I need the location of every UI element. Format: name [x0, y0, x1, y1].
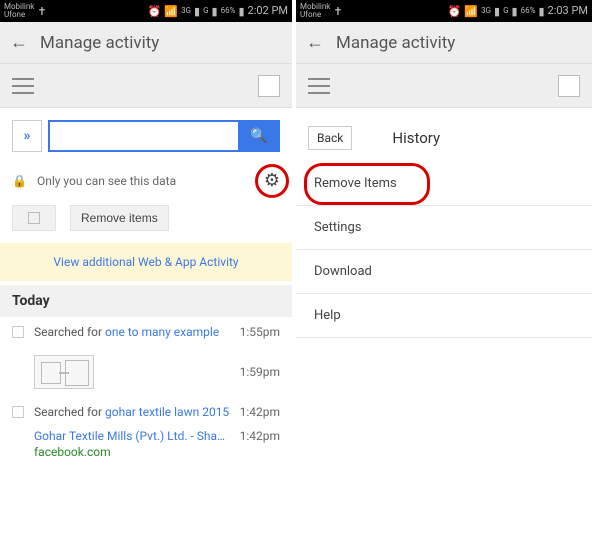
visited-domain: facebook.com: [34, 445, 280, 459]
activity-time: 1:59pm: [240, 365, 280, 379]
wifi-icon: 📶: [164, 6, 178, 17]
content-area: » 🔍 🔒 Only you can see this data ⚙: [0, 108, 292, 536]
activity-item[interactable]: 1:59pm: [0, 347, 292, 397]
hamburger-icon[interactable]: [12, 78, 34, 94]
search-input-wrap: 🔍: [48, 120, 280, 152]
activity-time: 1:42pm: [240, 405, 280, 419]
activity-time: 1:55pm: [240, 325, 280, 339]
lock-icon: 🔒: [12, 174, 27, 188]
item-checkbox[interactable]: [12, 406, 24, 418]
back-arrow-icon[interactable]: ←: [10, 32, 28, 53]
action-row: Remove items: [0, 197, 292, 239]
clock-label: 2:02 PM: [248, 7, 288, 15]
activity-text: Searched for one to many example: [34, 325, 230, 339]
battery-icon: ▮: [238, 6, 244, 17]
additional-activity-banner[interactable]: View additional Web & App Activity: [0, 243, 292, 281]
avatar-placeholder[interactable]: [258, 75, 280, 97]
history-header-row: Back History: [296, 108, 592, 162]
network-3g-label: 3G: [181, 7, 191, 15]
activity-item[interactable]: facebook.com: [0, 445, 292, 467]
status-bar: Mobilink Ufone ✝ ⏰ 📶 3G ▮ G ▮ 66% ▮ 2:02…: [0, 0, 292, 22]
activity-item[interactable]: Gohar Textile Mills (Pvt.) Ltd. - Shah..…: [0, 427, 292, 445]
carrier-label: Mobilink Ufone: [300, 3, 330, 19]
signal-icon: ▮: [512, 6, 518, 17]
wifi-icon: 📶: [464, 6, 478, 17]
content-area: Back History Remove Items Settings Downl…: [296, 108, 592, 536]
menu-item-help[interactable]: Help: [296, 294, 592, 338]
toolbar-row: [0, 64, 292, 108]
page-title: Manage activity: [40, 33, 159, 53]
page-title: Manage activity: [336, 33, 455, 53]
toolbar-row: [296, 64, 592, 108]
network-g-label: G: [203, 7, 208, 15]
privacy-text: Only you can see this data: [37, 174, 176, 188]
carrier-label: Mobilink Ufone: [4, 3, 34, 19]
visited-page-link[interactable]: Gohar Textile Mills (Pvt.) Ltd. - Shah..…: [34, 429, 230, 443]
network-3g-label: 3G: [481, 7, 491, 15]
hamburger-icon[interactable]: [308, 78, 330, 94]
app-header: ← Manage activity: [296, 22, 592, 64]
history-title: History: [392, 129, 440, 147]
phone-right: Mobilink Ufone ✝ ⏰ 📶 3G ▮ G ▮ 66% ▮ 2:03…: [296, 0, 592, 536]
app-header: ← Manage activity: [0, 22, 292, 64]
battery-label: 66%: [521, 7, 536, 15]
menu-item-remove-items[interactable]: Remove Items: [296, 162, 592, 206]
network-g-label: G: [503, 7, 508, 15]
phone-left: Mobilink Ufone ✝ ⏰ 📶 3G ▮ G ▮ 66% ▮ 2:02…: [0, 0, 296, 536]
signal-icon: ▮: [212, 6, 218, 17]
privacy-row: 🔒 Only you can see this data ⚙: [0, 164, 292, 197]
search-row: » 🔍: [0, 108, 292, 164]
alarm-icon: ⏰: [148, 6, 162, 17]
remove-items-button[interactable]: Remove items: [70, 205, 169, 231]
menu-item-settings[interactable]: Settings: [296, 206, 592, 250]
search-query-link[interactable]: gohar textile lawn 2015: [105, 405, 229, 419]
bluetooth-icon: ✝: [333, 6, 342, 17]
expand-chevron-icon[interactable]: »: [12, 120, 42, 152]
activity-time: 1:42pm: [240, 429, 280, 443]
item-checkbox[interactable]: [12, 326, 24, 338]
signal-icon: ▮: [194, 6, 200, 17]
battery-label: 66%: [221, 7, 236, 15]
signal-icon: ▮: [494, 6, 500, 17]
status-bar: Mobilink Ufone ✝ ⏰ 📶 3G ▮ G ▮ 66% ▮ 2:03…: [296, 0, 592, 22]
battery-icon: ▮: [538, 6, 544, 17]
gear-icon[interactable]: ⚙: [264, 170, 280, 191]
activity-text: Searched for gohar textile lawn 2015: [34, 405, 230, 419]
search-icon: 🔍: [250, 128, 267, 144]
today-section-header: Today: [0, 285, 292, 317]
back-button[interactable]: Back: [308, 126, 352, 150]
clock-label: 2:03 PM: [548, 7, 588, 15]
search-input[interactable]: [48, 120, 238, 152]
select-all-checkbox[interactable]: [12, 205, 56, 231]
back-arrow-icon[interactable]: ←: [306, 32, 324, 53]
menu-item-download[interactable]: Download: [296, 250, 592, 294]
alarm-icon: ⏰: [448, 6, 462, 17]
activity-thumbnail[interactable]: [34, 355, 94, 389]
activity-item[interactable]: Searched for gohar textile lawn 2015 1:4…: [0, 397, 292, 427]
search-button[interactable]: 🔍: [238, 120, 280, 152]
activity-item[interactable]: Searched for one to many example 1:55pm: [0, 317, 292, 347]
avatar-placeholder[interactable]: [558, 75, 580, 97]
search-query-link[interactable]: one to many example: [105, 325, 219, 339]
bluetooth-icon: ✝: [37, 6, 46, 17]
settings-menu-list: Remove Items Settings Download Help: [296, 162, 592, 338]
